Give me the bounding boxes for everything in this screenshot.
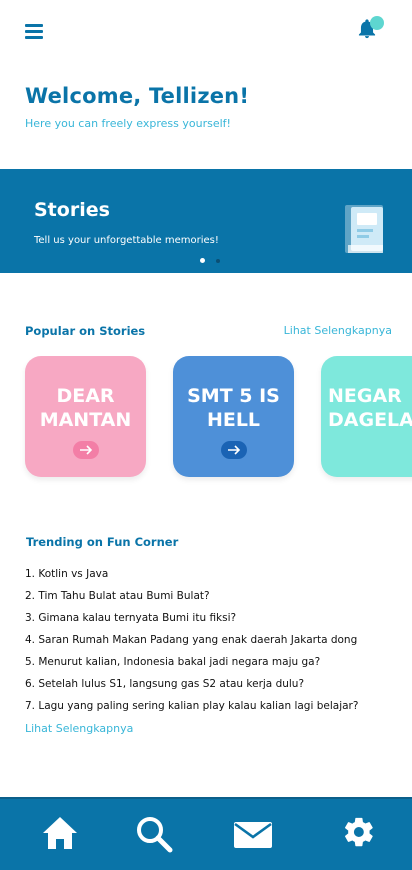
book-icon bbox=[345, 205, 383, 253]
trending-item[interactable]: 5. Menurut kalian, Indonesia bakal jadi … bbox=[25, 655, 358, 677]
bottom-navigation bbox=[0, 797, 412, 870]
welcome-title: Welcome, Tellizen! bbox=[25, 84, 250, 108]
arrow-right-icon[interactable] bbox=[221, 441, 247, 459]
banner-subtitle: Tell us your unforgettable memories! bbox=[34, 235, 219, 246]
story-card-smt5-is-hell[interactable]: SMT 5 IS HELL bbox=[173, 356, 294, 477]
card-title-line1: SMT 5 IS bbox=[187, 385, 280, 407]
notification-badge bbox=[370, 16, 384, 30]
card-title-line2: MANTAN bbox=[39, 409, 132, 431]
card-title-line1: NEGAR bbox=[328, 385, 402, 407]
stories-banner[interactable]: Stories Tell us your unforgettable memor… bbox=[0, 169, 412, 273]
trending-item[interactable]: 1. Kotlin vs Java bbox=[25, 567, 358, 589]
settings-gear-icon[interactable] bbox=[342, 815, 376, 853]
top-bar bbox=[0, 0, 412, 60]
card-title-line1: DEAR bbox=[56, 385, 115, 407]
trending-item[interactable]: 7. Lagu yang paling sering kalian play k… bbox=[25, 699, 358, 721]
trending-list: 1. Kotlin vs Java 2. Tim Tahu Bulat atau… bbox=[25, 567, 358, 721]
trending-item[interactable]: 2. Tim Tahu Bulat atau Bumi Bulat? bbox=[25, 589, 358, 611]
trending-item[interactable]: 6. Setelah lulus S1, langsung gas S2 ata… bbox=[25, 677, 358, 699]
banner-title: Stories bbox=[34, 199, 110, 221]
popular-see-more-link[interactable]: Lihat Selengkapnya bbox=[284, 324, 392, 337]
carousel-dot[interactable] bbox=[216, 259, 220, 263]
mail-icon[interactable] bbox=[233, 821, 273, 853]
arrow-right-icon[interactable] bbox=[73, 441, 99, 459]
story-card-dear-mantan[interactable]: DEAR MANTAN bbox=[25, 356, 146, 477]
card-title-line2: HELL bbox=[206, 409, 261, 431]
trending-section-title: Trending on Fun Corner bbox=[26, 535, 179, 549]
welcome-subtitle: Here you can freely express yourself! bbox=[25, 117, 231, 130]
trending-see-more-link[interactable]: Lihat Selengkapnya bbox=[25, 722, 133, 735]
popular-section-title: Popular on Stories bbox=[25, 324, 146, 338]
search-icon[interactable] bbox=[135, 815, 173, 857]
home-icon[interactable] bbox=[41, 815, 79, 855]
popular-cards-carousel[interactable]: DEAR MANTAN SMT 5 IS HELL NEGAR DAGELA bbox=[0, 356, 412, 486]
card-title-line2: DAGELA bbox=[328, 409, 412, 431]
hamburger-menu-icon[interactable] bbox=[25, 24, 43, 39]
trending-item[interactable]: 3. Gimana kalau ternyata Bumi itu fiksi? bbox=[25, 611, 358, 633]
carousel-dot-active[interactable] bbox=[200, 258, 205, 263]
notification-button[interactable] bbox=[356, 14, 388, 42]
trending-item[interactable]: 4. Saran Rumah Makan Padang yang enak da… bbox=[25, 633, 358, 655]
story-card-negara-dagelan[interactable]: NEGAR DAGELA bbox=[321, 356, 412, 477]
